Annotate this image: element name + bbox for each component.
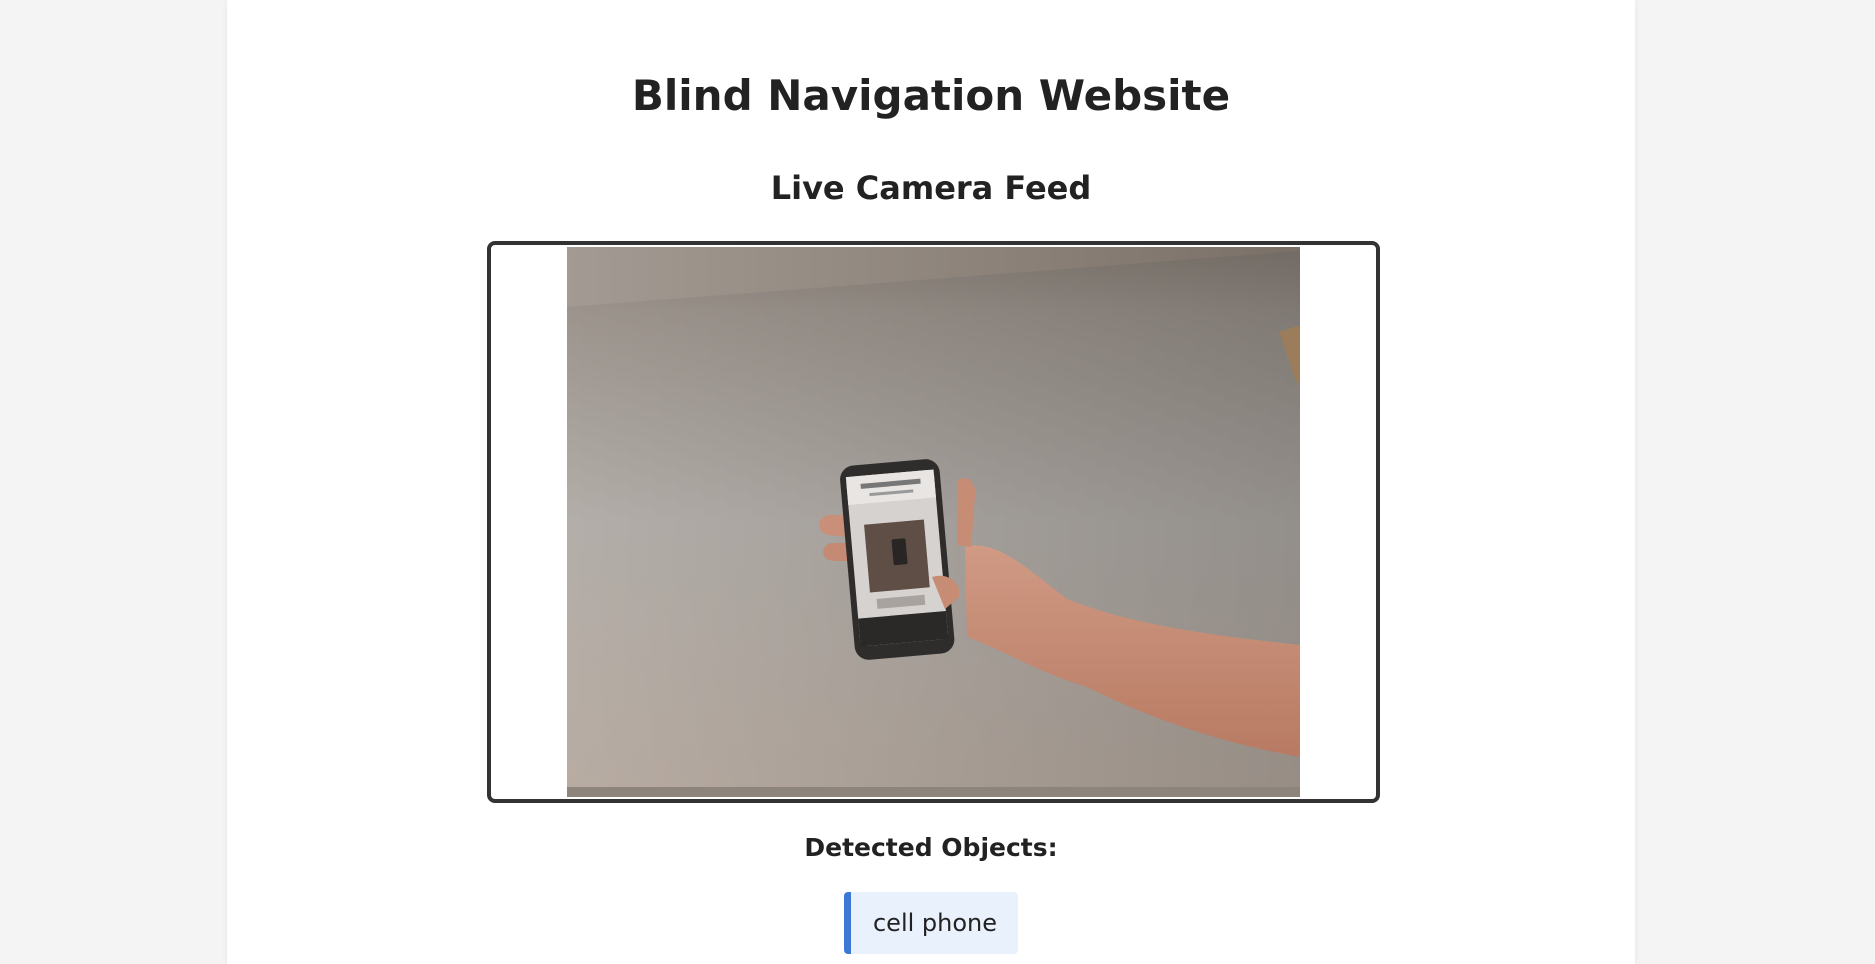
- camera-feed-image: [567, 247, 1300, 797]
- main-content: Blind Navigation Website Live Camera Fee…: [227, 0, 1635, 964]
- detected-object-item: cell phone: [843, 892, 1019, 954]
- camera-heading: Live Camera Feed: [770, 169, 1092, 207]
- detected-objects-list: cell phone: [227, 892, 1635, 954]
- detected-objects-heading: Detected Objects:: [804, 833, 1058, 862]
- camera-frame: [487, 241, 1380, 803]
- page-title: Blind Navigation Website: [631, 71, 1231, 120]
